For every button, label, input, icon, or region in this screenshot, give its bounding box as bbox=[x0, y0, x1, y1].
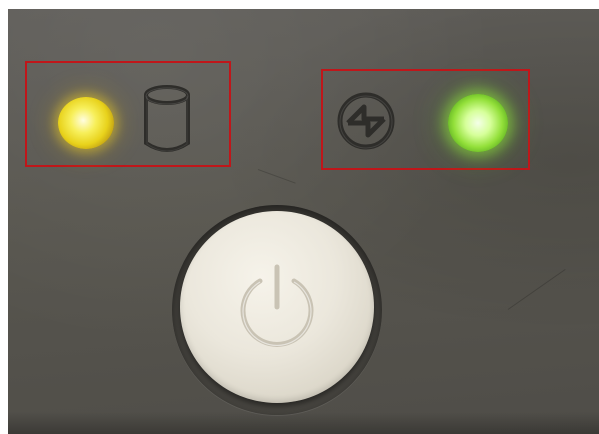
surface-scratch bbox=[507, 268, 566, 310]
power-button[interactable] bbox=[180, 211, 374, 403]
disk-indicator-highlight-box bbox=[25, 61, 231, 167]
hard-disk-icon bbox=[141, 83, 193, 157]
surface-scratch bbox=[257, 169, 296, 184]
power-icon bbox=[240, 264, 314, 347]
disk-activity-led bbox=[58, 97, 114, 149]
network-link-icon bbox=[334, 89, 398, 153]
device-panel bbox=[8, 9, 599, 434]
panel-bottom-shadow bbox=[8, 412, 599, 434]
network-activity-led bbox=[448, 94, 508, 152]
device-photo bbox=[0, 0, 599, 434]
